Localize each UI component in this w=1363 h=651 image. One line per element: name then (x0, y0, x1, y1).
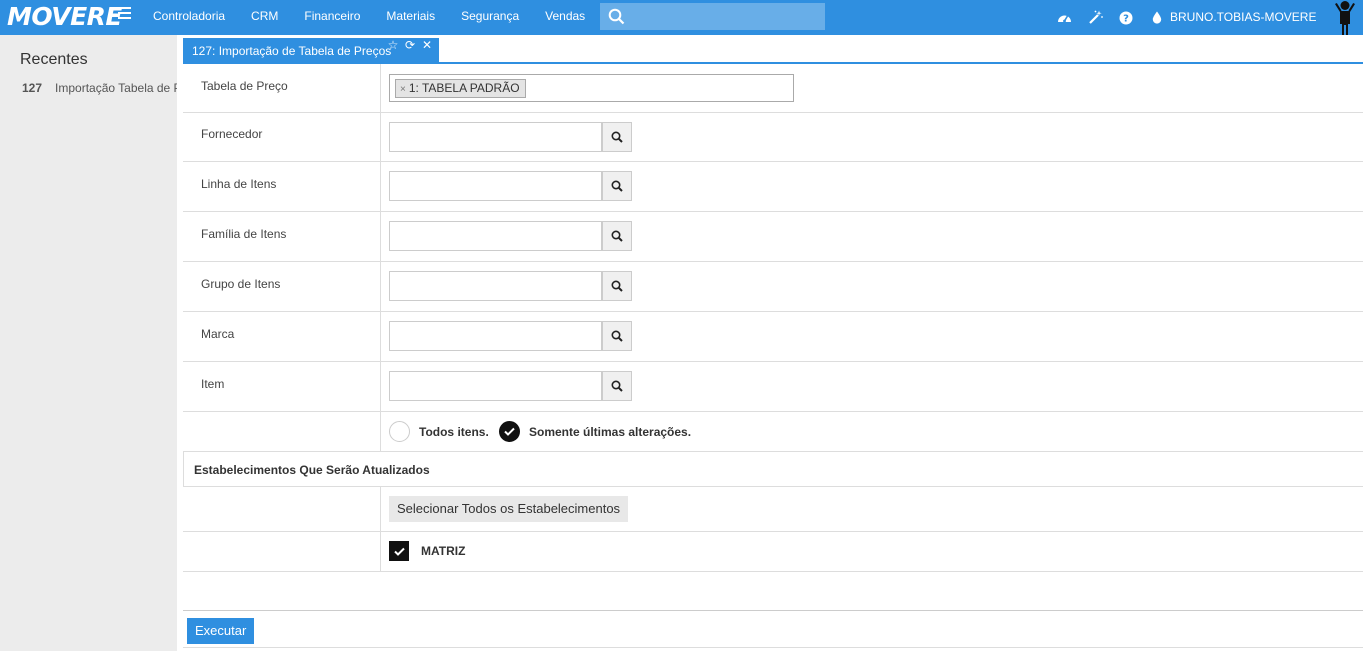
linha-itens-input[interactable] (389, 171, 602, 201)
magic-wand-icon[interactable] (1087, 10, 1103, 26)
price-table-label: Tabela de Preço (201, 79, 288, 93)
main-menu: Controladoria CRM Financeiro Materiais S… (140, 0, 598, 35)
price-table-tag: × 1: TABELA PADRÃO (395, 79, 526, 98)
tab-importacao-tabela-precos[interactable]: 127: Importação de Tabela de Preços ☆ ⟳ … (183, 38, 439, 63)
check-icon (504, 427, 515, 436)
radio-all-items-circle[interactable] (389, 421, 410, 442)
form-row-fornecedor: Fornecedor (183, 113, 1363, 162)
form-row-price-table: Tabela de Preço × 1: TABELA PADRÃO (183, 64, 1363, 113)
form-row-establishment-matriz: MATRIZ (183, 532, 1363, 572)
menu-item-seguranca[interactable]: Segurança (448, 0, 532, 35)
star-icon[interactable]: ☆ (387, 38, 399, 52)
recent-item[interactable]: 127 Importação Tabela de Preços (22, 81, 177, 95)
item-input[interactable] (389, 371, 602, 401)
recent-item-number: 127 (22, 81, 43, 95)
search-icon (611, 280, 623, 292)
tab-title: 127: Importação de Tabela de Preços (192, 44, 392, 58)
search-icon (611, 330, 623, 342)
check-icon (393, 547, 405, 556)
grupo-itens-search-button[interactable] (602, 271, 632, 301)
familia-itens-input[interactable] (389, 221, 602, 251)
drop-icon[interactable] (1149, 10, 1165, 26)
navbar-right-icons: ? (1056, 0, 1180, 35)
search-icon (611, 131, 623, 143)
grupo-itens-label: Grupo de Itens (201, 277, 281, 291)
price-table-tag-label: 1: TABELA PADRÃO (408, 81, 520, 95)
menu-item-vendas[interactable]: Vendas (532, 0, 598, 35)
matriz-label: MATRIZ (421, 544, 466, 558)
familia-itens-search-button[interactable] (602, 221, 632, 251)
menu-item-crm[interactable]: CRM (238, 0, 291, 35)
search-icon (608, 8, 625, 25)
form-row-familia-itens: Família de Itens (183, 212, 1363, 262)
linha-itens-search-button[interactable] (602, 171, 632, 201)
menu-item-materiais[interactable]: Materiais (373, 0, 448, 35)
radio-last-changes[interactable]: Somente últimas alterações. (499, 421, 691, 442)
sidebar: Recentes 127 Importação Tabela de Preços (0, 35, 177, 651)
form-row-grupo-itens: Grupo de Itens (183, 262, 1363, 312)
tag-remove-icon[interactable]: × (400, 84, 406, 95)
radio-last-changes-label: Somente últimas alterações. (529, 424, 692, 439)
item-search-button[interactable] (602, 371, 632, 401)
help-icon[interactable]: ? (1118, 10, 1134, 26)
section-header-establishments: Estabelecimentos Que Serão Atualizados (183, 452, 1363, 487)
refresh-icon[interactable]: ⟳ (404, 38, 416, 52)
search-icon (611, 380, 623, 392)
menu-item-financeiro[interactable]: Financeiro (291, 0, 373, 35)
radio-all-items[interactable]: Todos itens. (389, 421, 489, 442)
form-row-marca: Marca (183, 312, 1363, 362)
matriz-checkbox[interactable] (389, 541, 409, 561)
close-icon[interactable]: ✕ (421, 38, 433, 52)
recent-item-label: Importação Tabela de Preços (55, 81, 177, 95)
item-label: Item (201, 377, 225, 391)
avatar[interactable] (1331, 0, 1359, 35)
price-table-select[interactable]: × 1: TABELA PADRÃO (389, 74, 794, 102)
footer-bottom-divider (183, 647, 1363, 648)
fornecedor-input[interactable] (389, 122, 602, 152)
linha-itens-label: Linha de Itens (201, 177, 277, 191)
select-all-establishments-button[interactable]: Selecionar Todos os Estabelecimentos (389, 496, 629, 522)
menu-item-controladoria[interactable]: Controladoria (140, 0, 238, 35)
form-row-item: Item (183, 362, 1363, 412)
familia-itens-label: Família de Itens (201, 227, 287, 241)
username[interactable]: BRUNO.TOBIAS-MOVERE (1170, 10, 1316, 24)
radio-last-changes-circle[interactable] (499, 421, 520, 442)
app-logo[interactable]: MOVERE (7, 3, 123, 31)
section-title-establishments: Estabelecimentos Que Serão Atualizados (194, 463, 430, 477)
search-icon (611, 180, 623, 192)
search-input[interactable] (630, 6, 818, 27)
execute-button[interactable]: Executar (187, 618, 255, 644)
form-row-select-all: Selecionar Todos os Estabelecimentos (183, 487, 1363, 532)
sidebar-title: Recentes (20, 51, 88, 68)
form-row-linha-itens: Linha de Itens (183, 162, 1363, 212)
hamburger-menu-icon[interactable] (118, 7, 131, 21)
svg-text:?: ? (1123, 13, 1129, 24)
search-icon (611, 230, 623, 242)
global-search (600, 3, 825, 30)
grupo-itens-input[interactable] (389, 271, 602, 301)
marca-input[interactable] (389, 321, 602, 351)
top-navbar: MOVERE Controladoria CRM Financeiro Mate… (0, 0, 1363, 35)
footer-divider (183, 610, 1363, 611)
dashboard-icon[interactable] (1056, 10, 1072, 26)
marca-label: Marca (201, 327, 235, 341)
marca-search-button[interactable] (602, 321, 632, 351)
form-row-options: Todos itens. Somente últimas alterações. (183, 412, 1363, 452)
import-form: Tabela de Preço × 1: TABELA PADRÃO Fornec… (183, 64, 1363, 572)
fornecedor-search-button[interactable] (602, 122, 632, 152)
radio-all-items-label: Todos itens. (419, 424, 489, 439)
fornecedor-label: Fornecedor (201, 127, 263, 141)
